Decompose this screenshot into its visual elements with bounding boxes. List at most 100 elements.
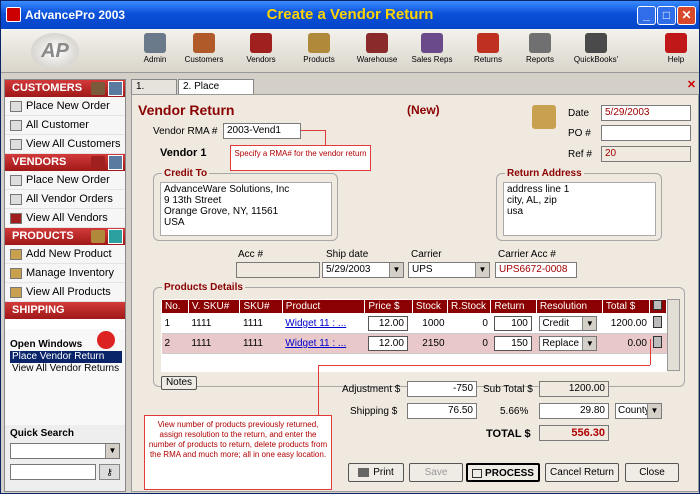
process-button[interactable]: PROCESS — [466, 463, 540, 482]
return-icon — [532, 105, 556, 129]
cancel-return-button[interactable]: Cancel Return — [545, 463, 619, 482]
col-header-delete — [649, 299, 667, 314]
po-field[interactable] — [601, 125, 691, 141]
toolbar-customers-button[interactable]: Customers — [177, 31, 231, 71]
sidebar-item-view-all-vendors[interactable]: View All Vendors — [5, 209, 125, 228]
toolbar-returns-button[interactable]: Returns — [461, 31, 515, 71]
price-input[interactable]: 12.00 — [367, 336, 408, 351]
sidebar-item-manage-inventory[interactable]: Manage Inventory — [5, 264, 125, 283]
resolution-select[interactable]: Replace ▼ — [539, 336, 598, 351]
vendors-section-header[interactable]: VENDORS — [5, 154, 125, 171]
toolbar-button-label: Help — [667, 55, 685, 64]
col-header-total[interactable]: Total $ — [601, 299, 651, 314]
orders-list-icon — [10, 120, 22, 131]
return-qty-input[interactable]: 100 — [493, 316, 532, 331]
pin-icon[interactable] — [97, 331, 115, 349]
col-header-price[interactable]: Price $ — [364, 299, 413, 314]
open-window-place-vendor-return[interactable]: Place Vendor Return — [10, 351, 122, 363]
cell-no: 1 — [161, 313, 189, 334]
toolbar-products-button[interactable]: Products — [292, 31, 346, 71]
order-icon — [10, 101, 22, 112]
quick-search-type-select[interactable]: ▼ — [10, 443, 120, 459]
products-section-header[interactable]: PRODUCTS — [5, 228, 125, 245]
products-scrollbar[interactable] — [667, 299, 680, 371]
tab-locate[interactable]: 1. Locate — [131, 79, 177, 106]
date-field[interactable]: 5/29/2003 — [601, 105, 691, 121]
carrier-select[interactable]: UPS ▼ — [408, 262, 490, 278]
adjustment-field[interactable]: -750 — [407, 381, 477, 397]
toolbar-admin-button[interactable]: Admin — [128, 31, 182, 71]
col-header-rstock[interactable]: R.Stock — [447, 299, 492, 314]
products-section-title: PRODUCTS — [12, 230, 74, 242]
col-header-sku[interactable]: SKU# — [239, 299, 283, 314]
collapse-icon[interactable] — [108, 229, 123, 244]
collapse-icon[interactable] — [108, 155, 123, 170]
delete-row-icon[interactable] — [652, 316, 662, 328]
order-icon — [10, 175, 22, 186]
delete-row-icon[interactable] — [652, 336, 662, 348]
toolbar-quickbooks-button[interactable]: QuickBooks' — [569, 31, 623, 71]
col-header-vsku[interactable]: V. SKU# — [187, 299, 241, 314]
tax-region-select[interactable]: County ▼ — [615, 403, 662, 419]
customers-section-header[interactable]: CUSTOMERS — [5, 80, 125, 97]
close-tab-icon[interactable]: ✕ — [686, 80, 697, 91]
minimize-button[interactable]: _ — [637, 6, 656, 25]
toolbar-warehouse-button[interactable]: Warehouse — [350, 31, 404, 71]
toolbar-salesreps-button[interactable]: Sales Reps — [405, 31, 459, 71]
sidebar-item-view-all-products[interactable]: View All Products — [5, 283, 125, 302]
product-link[interactable]: Widget 11 : ... — [285, 338, 346, 349]
open-window-view-vendor-returns[interactable]: View All Vendor Returns — [10, 363, 122, 375]
sidebar-item-all-vendor-orders[interactable]: All Vendor Orders — [5, 190, 125, 209]
address-line: city, AL, zip — [507, 195, 557, 206]
app-logo-icon — [6, 7, 21, 22]
col-header-return[interactable]: Return — [490, 299, 537, 314]
notes-button[interactable]: Notes — [161, 376, 197, 390]
address-line: Orange Grove, NY, 11561 — [164, 206, 279, 217]
close-button[interactable]: Close — [625, 463, 679, 482]
collapse-icon[interactable] — [108, 81, 123, 96]
sidebar-item-place-customer-order[interactable]: Place New Order — [5, 97, 125, 116]
resolution-select[interactable]: Credit ▼ — [539, 316, 598, 331]
chevron-down-icon: ▼ — [105, 444, 119, 458]
process-label: PROCESS — [485, 468, 534, 479]
save-button[interactable]: Save — [409, 463, 463, 482]
col-header-product[interactable]: Product — [281, 299, 366, 314]
carrier-acc-field[interactable]: UPS6672-0008 — [495, 262, 577, 278]
maximize-button[interactable]: □ — [657, 6, 676, 25]
sidebar-item-add-new-product[interactable]: Add New Product — [5, 245, 125, 264]
ref-field: 20 — [601, 146, 691, 162]
ship-date-select[interactable]: 5/29/2003 ▼ — [322, 262, 404, 278]
toolbar-reports-button[interactable]: Reports — [513, 31, 567, 71]
quick-search-panel: Quick Search ▼ ⚷ — [5, 425, 125, 491]
cell-rstock: 0 — [447, 313, 491, 334]
col-header-resolution[interactable]: Resolution — [535, 299, 603, 314]
acc-label: Acc # — [238, 249, 264, 260]
toolbar-help-button[interactable]: Help — [649, 31, 700, 71]
product-link[interactable]: Widget 11 : ... — [285, 318, 346, 329]
ship-date-value: 5/29/2003 — [326, 264, 371, 275]
toolbar-vendors-button[interactable]: Vendors — [234, 31, 288, 71]
sidebar-item-place-vendor-order[interactable]: Place New Order — [5, 171, 125, 190]
quick-search-title: Quick Search — [10, 428, 74, 439]
sidebar-item-label: Add New Product — [26, 248, 112, 260]
tax-field[interactable]: 29.80 — [539, 403, 609, 419]
search-key-icon[interactable]: ⚷ — [99, 464, 120, 480]
tax-region-value: County — [618, 405, 650, 416]
table-row-empty — [162, 354, 667, 372]
price-input[interactable]: 12.00 — [367, 316, 408, 331]
products-table: No. V. SKU# SKU# Product Price $ Stock R… — [161, 299, 667, 372]
shipping-field[interactable]: 76.50 — [407, 403, 477, 419]
address-line: 9 13th Street — [164, 195, 222, 206]
sidebar-item-view-all-customers[interactable]: View All Customers — [5, 135, 125, 154]
sidebar-item-all-customer-orders[interactable]: All Customer Orders — [5, 116, 125, 150]
col-header-no[interactable]: No. — [161, 299, 189, 314]
print-button[interactable]: Print — [348, 463, 404, 482]
return-qty-input[interactable]: 150 — [493, 336, 532, 351]
shipping-section-header[interactable]: SHIPPING — [5, 302, 125, 319]
tab-place-return[interactable]: 2. Place Return — [178, 79, 254, 106]
col-header-stock[interactable]: Stock — [411, 299, 449, 314]
quick-search-input[interactable] — [10, 464, 96, 480]
cell-vsku: 1111 — [188, 333, 240, 354]
rma-field[interactable]: 2003-Vend1 — [223, 123, 301, 139]
close-window-button[interactable]: ✕ — [677, 6, 696, 25]
